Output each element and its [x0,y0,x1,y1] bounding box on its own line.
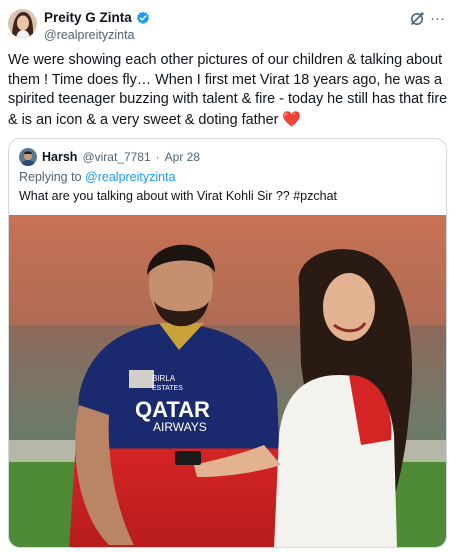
grok-icon[interactable] [409,11,425,27]
more-options-icon[interactable]: ··· [430,11,445,27]
quoted-tweet-card[interactable]: Harsh @virat_7781 · Apr 28 Replying to @… [8,138,447,548]
author-handle[interactable]: @realpreityzinta [44,28,135,42]
quoted-date[interactable]: Apr 28 [165,150,200,164]
tweet-text: We were showing each other pictures of o… [8,51,450,130]
author-display-name[interactable]: Preity G Zinta [44,10,132,25]
quoted-display-name[interactable]: Harsh [42,150,77,164]
verified-badge-icon [136,11,150,25]
photo-sponsor-sub-text: ESTATES [152,385,183,392]
quoted-photo[interactable]: BIRLA ESTATES QATAR AIRWAYS [9,215,446,547]
meta-separator: · [155,150,160,164]
quoted-text: What are you talking about with Virat Ko… [19,189,337,203]
photo-brand-text: QATAR [135,397,210,422]
quoted-avatar[interactable] [19,148,37,166]
photo-sponsor-text: BIRLA [152,374,176,383]
quoted-handle[interactable]: @virat_7781 [82,150,150,164]
replying-to-link[interactable]: @realpreityzinta [85,170,176,184]
author-avatar[interactable] [8,9,37,38]
replying-to-line: Replying to @realpreityzinta [19,170,176,184]
heart-emoji: ❤️ [282,110,302,128]
photo-brand-sub-text: AIRWAYS [153,420,207,434]
tweet-header: Preity G Zinta @realpreityzinta ··· [0,0,457,50]
tweet-body: We were showing each other pictures of o… [8,52,448,128]
quoted-header: Harsh @virat_7781 · Apr 28 [19,148,200,166]
replying-prefix: Replying to [19,170,82,184]
